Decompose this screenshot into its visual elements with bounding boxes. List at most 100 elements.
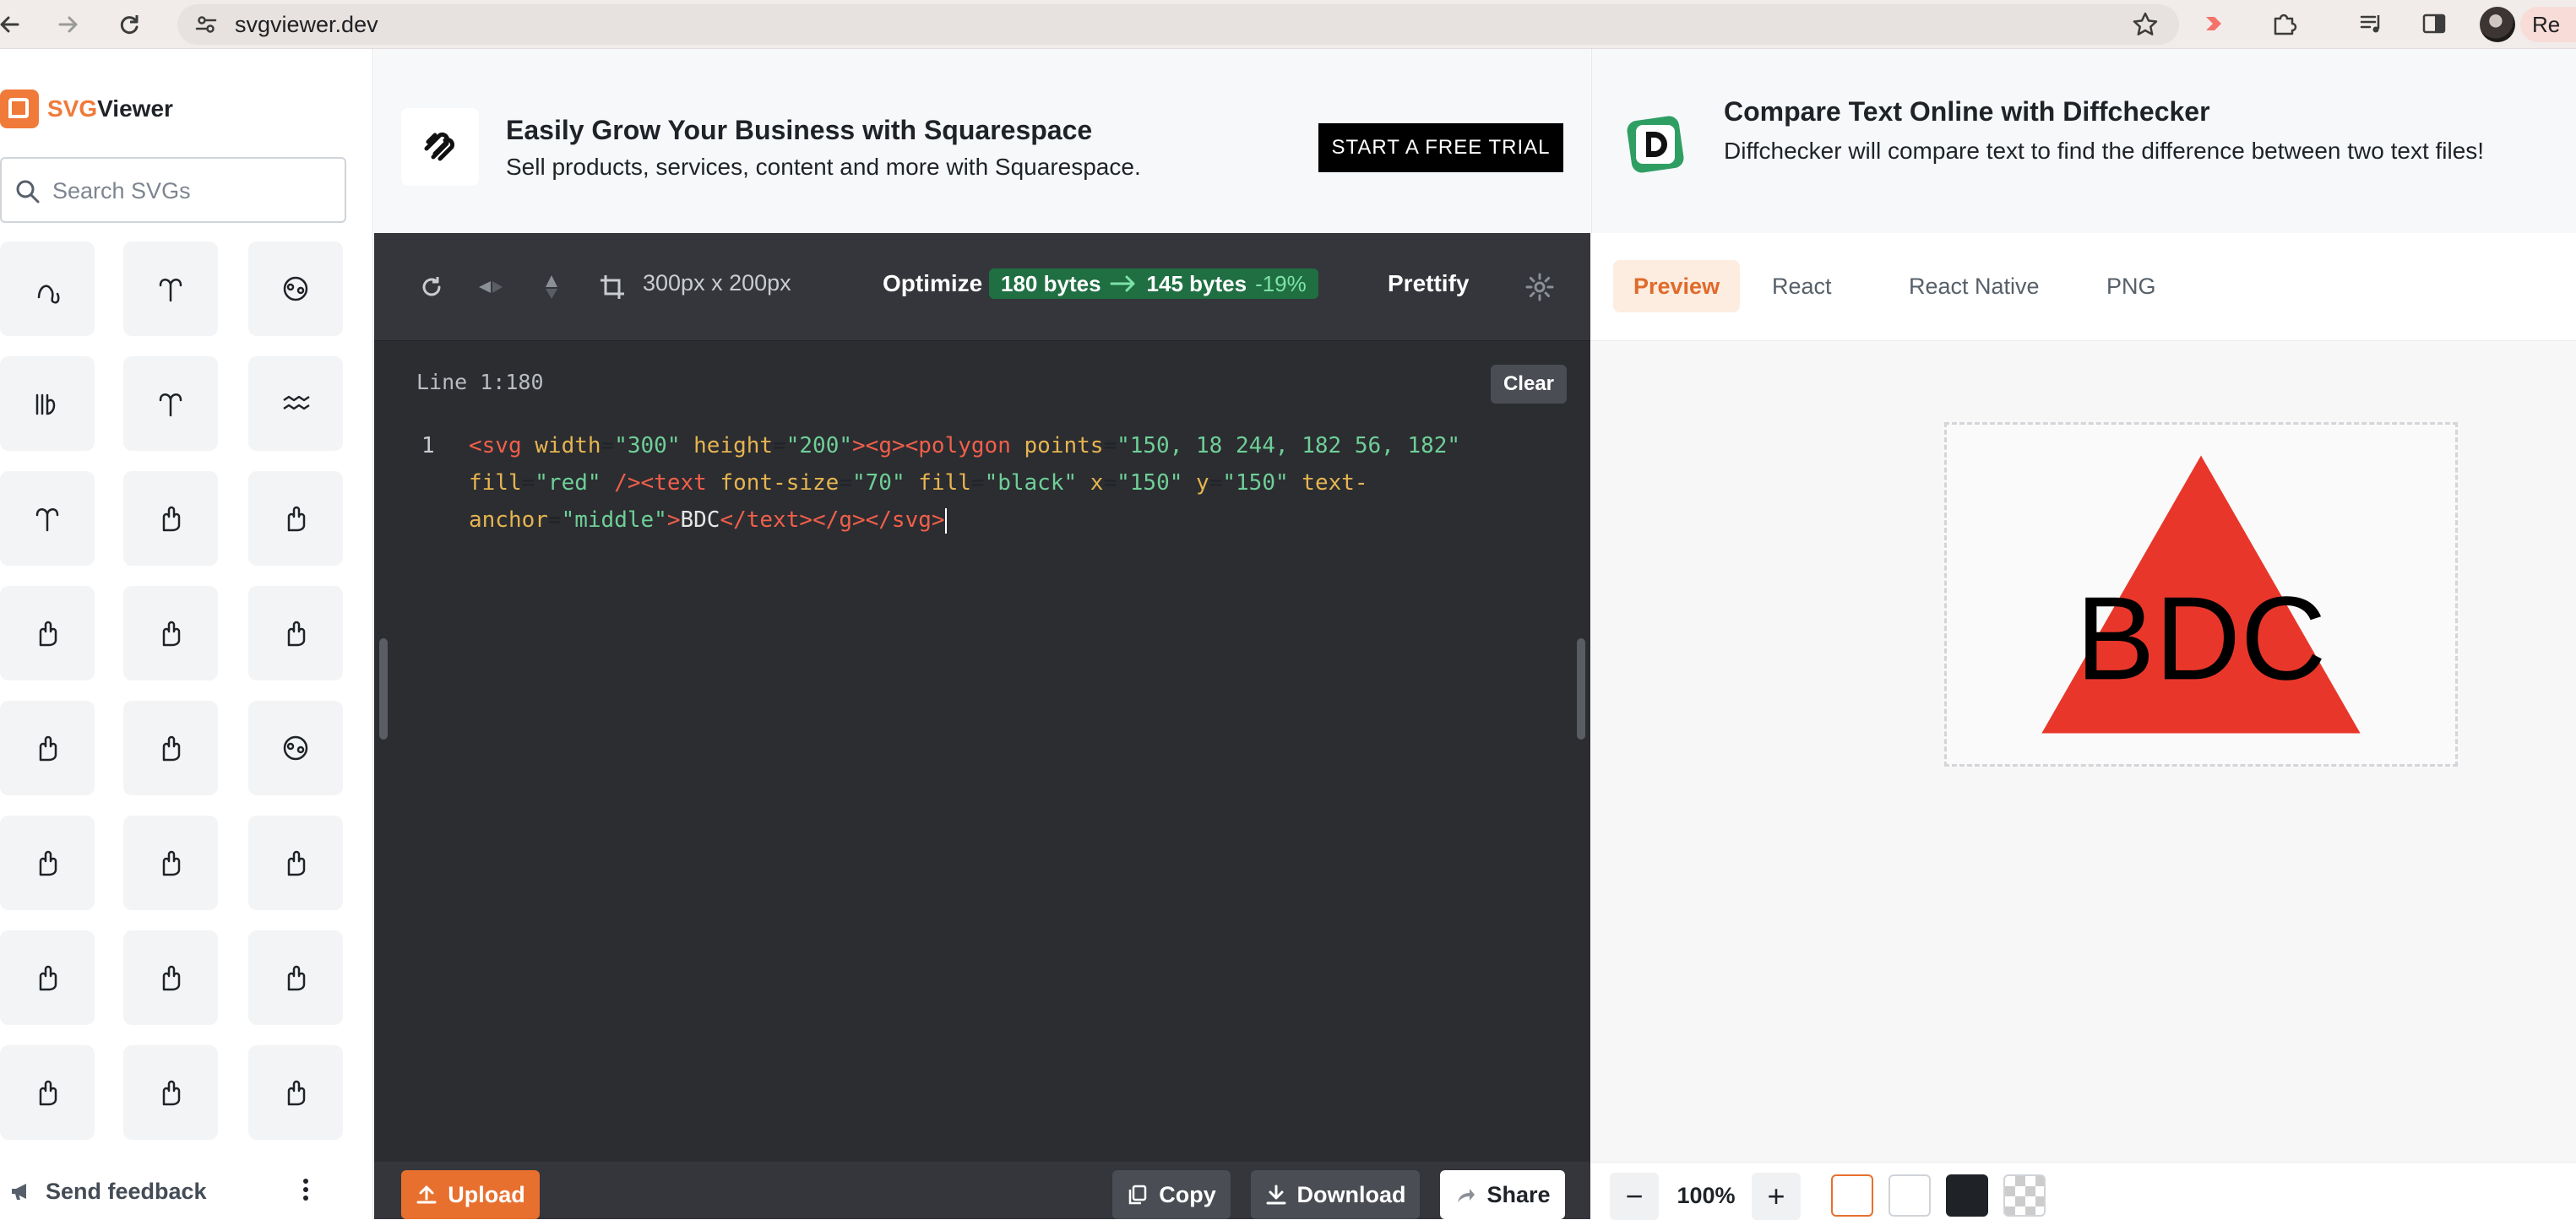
flip-vertical-icon[interactable]: [536, 272, 567, 302]
background-checkerboard-swatch[interactable]: [2003, 1174, 2046, 1217]
share-button[interactable]: Share: [1440, 1170, 1565, 1219]
squarespace-logo-icon: [401, 108, 479, 186]
diffchecker-ad[interactable]: Compare Text Online with Diffchecker Dif…: [1591, 49, 2576, 233]
brand-name: SVGViewer: [47, 95, 173, 122]
background-white-swatch-selected[interactable]: [1831, 1174, 1873, 1217]
background-light-swatch[interactable]: [1889, 1174, 1931, 1217]
upload-label: Upload: [448, 1181, 525, 1207]
icon-tile[interactable]: [0, 586, 95, 680]
icon-tile[interactable]: [123, 356, 218, 451]
icon-tile[interactable]: [248, 930, 343, 1025]
start-free-trial-button[interactable]: START A FREE TRIAL: [1318, 123, 1563, 172]
share-icon: [1458, 1189, 1475, 1202]
download-icon: [1266, 1185, 1285, 1205]
left-resize-handle[interactable]: [379, 638, 388, 740]
icon-tile[interactable]: [248, 356, 343, 451]
size-before: 180 bytes: [1001, 270, 1101, 296]
icon-tile[interactable]: [248, 816, 343, 910]
download-button[interactable]: Download: [1251, 1170, 1420, 1219]
code-editor-pane: 300px x 200px Optimize 180 bytes 145 byt…: [374, 233, 1590, 1219]
forward-arrow-icon[interactable]: [49, 5, 88, 44]
background-dark-swatch[interactable]: [1946, 1174, 1988, 1217]
zoom-in-button[interactable]: +: [1752, 1173, 1801, 1220]
extensions-puzzle-icon[interactable]: [2267, 7, 2301, 41]
more-options-icon[interactable]: [296, 1175, 316, 1209]
aries-zodiac-icon: [35, 508, 59, 532]
ad-subtitle[interactable]: Diffchecker will compare text to find th…: [1724, 133, 2568, 169]
tab-react-native[interactable]: React Native: [1889, 260, 2060, 312]
site-info-icon[interactable]: [193, 11, 220, 38]
ad-subtitle[interactable]: Sell products, services, content and mor…: [506, 154, 1141, 181]
settings-gear-icon[interactable]: [1524, 272, 1555, 302]
icon-tile[interactable]: [123, 930, 218, 1025]
profile-avatar[interactable]: [2480, 7, 2515, 42]
zoom-out-button[interactable]: −: [1610, 1173, 1659, 1220]
address-bar[interactable]: svgviewer.dev: [177, 4, 2179, 45]
svg-dimensions[interactable]: 300px x 200px: [643, 270, 791, 296]
tab-preview[interactable]: Preview: [1613, 260, 1741, 312]
icon-tile[interactable]: [248, 1045, 343, 1140]
icon-tile[interactable]: [0, 1045, 95, 1140]
flip-horizontal-icon[interactable]: [476, 272, 506, 302]
profile-label[interactable]: Re: [2532, 0, 2576, 49]
download-label: Download: [1296, 1181, 1406, 1207]
icon-tile[interactable]: [123, 816, 218, 910]
icon-tile[interactable]: [248, 471, 343, 566]
reload-icon[interactable]: [110, 5, 149, 44]
icon-tile[interactable]: [123, 1045, 218, 1140]
crop-icon[interactable]: [597, 272, 628, 302]
clear-button[interactable]: Clear: [1491, 365, 1567, 404]
icon-tile[interactable]: [0, 701, 95, 795]
url-text[interactable]: svgviewer.dev: [235, 4, 378, 45]
icon-tile[interactable]: [0, 930, 95, 1025]
right-resize-handle[interactable]: [1577, 638, 1585, 740]
aries-zodiac-icon: [159, 393, 182, 417]
aquarius-zodiac-icon: [283, 395, 310, 410]
media-playlist-icon[interactable]: [2355, 7, 2389, 41]
copy-button[interactable]: Copy: [1112, 1170, 1231, 1219]
icon-tile[interactable]: [123, 241, 218, 336]
send-feedback[interactable]: Send feedback: [0, 1163, 373, 1219]
ad-title[interactable]: Compare Text Online with Diffchecker: [1724, 96, 2210, 127]
tab-png[interactable]: PNG: [2086, 260, 2177, 312]
editor-bottom-bar: Upload Copy Download Share: [374, 1162, 1590, 1219]
ad-title[interactable]: Easily Grow Your Business with Squarespa…: [506, 115, 1092, 146]
icon-tile[interactable]: [248, 241, 343, 336]
icon-tile[interactable]: [123, 471, 218, 566]
svg-preview-canvas[interactable]: BDC: [1944, 422, 2458, 767]
prettify-button[interactable]: Prettify: [1388, 270, 1469, 297]
hand-point-left-icon: [39, 621, 57, 647]
icon-tile[interactable]: [248, 701, 343, 795]
search-box[interactable]: [0, 157, 346, 223]
icon-tile[interactable]: [0, 471, 95, 566]
bookmark-star-icon[interactable]: [2132, 11, 2159, 42]
extension-cast-icon[interactable]: [2199, 7, 2233, 41]
leo-zodiac-icon: [37, 285, 60, 304]
icon-tile[interactable]: [0, 816, 95, 910]
copy-label: Copy: [1159, 1181, 1216, 1207]
hand-peace-icon: [162, 850, 181, 876]
upload-button[interactable]: Upload: [401, 1170, 540, 1219]
side-panel-icon[interactable]: [2417, 7, 2451, 41]
tab-react[interactable]: React: [1752, 260, 1852, 312]
squarespace-ad[interactable]: Easily Grow Your Business with Squarespa…: [374, 49, 1590, 233]
search-input[interactable]: [52, 167, 331, 214]
arrow-right-icon: [1110, 275, 1135, 292]
icon-tile[interactable]: [123, 701, 218, 795]
optimize-size-badge[interactable]: 180 bytes 145 bytes -19%: [989, 268, 1318, 299]
icon-tile[interactable]: [248, 586, 343, 680]
icon-tile[interactable]: [0, 241, 95, 336]
optimize-button[interactable]: Optimize: [883, 270, 982, 297]
rotate-icon[interactable]: [416, 272, 447, 302]
icon-tile[interactable]: [123, 586, 218, 680]
svgviewer-logo-icon: [0, 89, 39, 128]
hand-clap-icon: [39, 735, 57, 762]
size-delta: -19%: [1255, 270, 1307, 296]
brand[interactable]: SVGViewer: [0, 89, 173, 128]
icon-tile[interactable]: [0, 356, 95, 451]
svg-text: BDC: [2076, 572, 2327, 704]
hand-victory-icon: [162, 965, 181, 991]
back-arrow-icon[interactable]: [0, 5, 29, 44]
code-text[interactable]: <svg width="300" height="200"><g><polygo…: [469, 427, 1550, 539]
hand-rock-icon: [39, 850, 57, 876]
